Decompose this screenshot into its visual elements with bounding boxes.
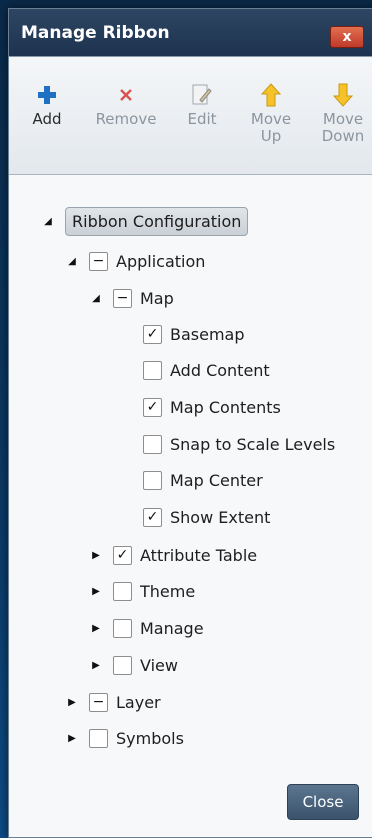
tree-node-theme[interactable]: ▶ Theme xyxy=(89,577,195,605)
arrow-up-icon xyxy=(243,79,299,111)
tree-node-map-contents[interactable]: ✓ Map Contents xyxy=(143,393,281,421)
tree-node-label: View xyxy=(140,655,178,675)
checkbox-unchecked[interactable] xyxy=(89,728,108,748)
checkbox-unchecked[interactable] xyxy=(143,470,162,490)
collapse-icon[interactable]: ▶ xyxy=(89,621,103,635)
expand-icon[interactable]: ◢ xyxy=(65,254,79,268)
move-up-label-1: Move xyxy=(250,110,292,128)
close-button-label: Close xyxy=(302,793,344,811)
add-button[interactable]: Add xyxy=(23,79,71,128)
tree-node-label: Show Extent xyxy=(170,507,271,527)
tree-node-label: Map Contents xyxy=(170,397,281,417)
ribbon-tree: ◢ Ribbon Configuration ◢ − Application ◢… xyxy=(9,175,372,837)
tree-node-label: Map Center xyxy=(170,470,263,490)
add-button-label: Add xyxy=(32,110,62,128)
expand-icon[interactable]: ◢ xyxy=(89,291,103,305)
tree-node-label: Add Content xyxy=(170,360,270,380)
checkbox-partial[interactable]: − xyxy=(113,288,132,308)
close-icon: x xyxy=(342,29,352,45)
window-close-button[interactable]: x xyxy=(330,26,364,48)
checkbox-unchecked[interactable] xyxy=(143,360,162,380)
tree-node-label: Application xyxy=(116,251,206,271)
x-icon xyxy=(89,79,163,111)
checkbox-checked[interactable]: ✓ xyxy=(143,507,162,527)
tree-node-map-center[interactable]: Map Center xyxy=(143,466,263,494)
checkbox-unchecked[interactable] xyxy=(113,618,132,638)
edit-button-label: Edit xyxy=(187,110,217,128)
move-down-label-2: Down xyxy=(321,127,365,145)
plus-icon xyxy=(23,79,71,111)
checkbox-partial[interactable]: − xyxy=(89,692,108,712)
move-up-button[interactable]: Move Up xyxy=(243,79,299,145)
collapse-icon[interactable]: ▶ xyxy=(89,584,103,598)
tree-node-add-content[interactable]: Add Content xyxy=(143,356,270,384)
dialog-title: Manage Ribbon xyxy=(21,22,170,43)
expand-icon[interactable]: ◢ xyxy=(41,214,55,228)
tree-node-symbols[interactable]: ▶ Symbols xyxy=(65,724,184,752)
toolbar: Add Remove Edit Move Up Move Down xyxy=(9,57,372,175)
tree-node-label: Theme xyxy=(140,581,196,601)
tree-node-manage[interactable]: ▶ Manage xyxy=(89,614,204,642)
tree-node-label: Map xyxy=(140,288,174,308)
edit-icon xyxy=(179,79,225,111)
tree-node-label: Attribute Table xyxy=(140,545,258,565)
checkbox-unchecked[interactable] xyxy=(143,434,162,454)
tree-node-show-extent[interactable]: ✓ Show Extent xyxy=(143,503,270,531)
tree-node-application[interactable]: ◢ − Application xyxy=(65,247,205,275)
tree-node-root[interactable]: ◢ Ribbon Configuration xyxy=(41,206,249,236)
collapse-icon[interactable]: ▶ xyxy=(89,658,103,672)
checkbox-unchecked[interactable] xyxy=(113,655,132,675)
tree-node-label: Layer xyxy=(116,692,161,712)
checkbox-unchecked[interactable] xyxy=(113,581,132,601)
move-down-label-1: Move xyxy=(322,110,364,128)
tree-node-attribute-table[interactable]: ▶ ✓ Attribute Table xyxy=(89,541,257,569)
tree-node-basemap[interactable]: ✓ Basemap xyxy=(143,320,245,348)
move-down-button[interactable]: Move Down xyxy=(313,79,372,145)
move-up-label-2: Up xyxy=(260,127,282,145)
tree-node-layer[interactable]: ▶ − Layer xyxy=(65,688,161,716)
remove-button[interactable]: Remove xyxy=(89,79,163,128)
checkbox-checked[interactable]: ✓ xyxy=(143,397,162,417)
tree-node-snap-to-scale[interactable]: Snap to Scale Levels xyxy=(143,430,335,458)
close-button[interactable]: Close xyxy=(287,784,359,820)
collapse-icon[interactable]: ▶ xyxy=(89,548,103,562)
title-bar: Manage Ribbon xyxy=(9,9,372,57)
checkbox-partial[interactable]: − xyxy=(89,251,108,271)
collapse-icon[interactable]: ▶ xyxy=(65,695,79,709)
edit-button[interactable]: Edit xyxy=(179,79,225,128)
tree-node-view[interactable]: ▶ View xyxy=(89,651,178,679)
manage-ribbon-dialog: Manage Ribbon Add Remove Edit Move Up Mo… xyxy=(8,8,372,838)
collapse-icon[interactable]: ▶ xyxy=(65,731,79,745)
checkbox-checked[interactable]: ✓ xyxy=(113,545,132,565)
tree-node-label[interactable]: Ribbon Configuration xyxy=(65,206,249,236)
tree-node-map[interactable]: ◢ − Map xyxy=(89,284,174,312)
tree-node-label: Basemap xyxy=(170,324,245,344)
checkbox-checked[interactable]: ✓ xyxy=(143,324,162,344)
tree-node-label: Symbols xyxy=(116,728,184,748)
remove-button-label: Remove xyxy=(95,110,157,128)
tree-node-label: Snap to Scale Levels xyxy=(170,434,336,454)
tree-node-label: Manage xyxy=(140,618,204,638)
arrow-down-icon xyxy=(313,79,372,111)
